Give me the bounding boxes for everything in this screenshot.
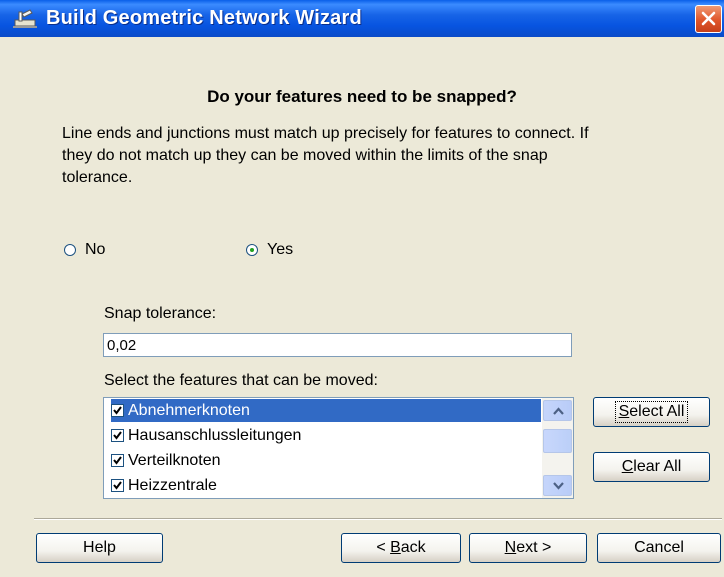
back-button[interactable]: < Back (341, 533, 461, 563)
checkbox-checked[interactable] (111, 454, 124, 467)
snap-tolerance-input[interactable] (103, 333, 572, 357)
title-bar[interactable]: Build Geometric Network Wizard (0, 0, 724, 37)
chevron-down-icon (553, 482, 564, 490)
close-icon (701, 11, 716, 26)
radio-circle[interactable] (64, 244, 76, 256)
checkbox-checked[interactable] (111, 404, 124, 417)
vertical-scrollbar[interactable] (542, 398, 573, 498)
no-radio-label: No (85, 241, 106, 258)
list-item-abnehmerknoten[interactable]: Abnehmerknoten (111, 399, 541, 422)
help-button[interactable]: Help (36, 533, 163, 563)
checkbox-checked[interactable] (111, 479, 124, 492)
scroll-up-button[interactable] (543, 400, 572, 421)
checkbox-checked[interactable] (111, 429, 124, 442)
next-label: Next > (504, 539, 552, 556)
list-item-heizzentrale[interactable]: Heizzentrale (111, 474, 217, 497)
next-button[interactable]: Next > (469, 533, 587, 563)
features-list-label: Select the features that can be moved: (104, 372, 378, 389)
list-item-hausanschlussleitungen[interactable]: Hausanschlussleitungen (111, 424, 301, 447)
description-text: Line ends and junctions must match up pr… (62, 125, 589, 186)
scroll-down-button[interactable] (543, 475, 572, 496)
separator (34, 518, 722, 520)
network-wizard-icon (12, 8, 38, 30)
features-listbox[interactable]: Abnehmerknoten Hausanschlussleitungen Ve… (103, 397, 574, 499)
list-item-label: Hausanschlussleitungen (128, 426, 302, 444)
chevron-up-icon (553, 407, 564, 415)
list-item-verteilknoten[interactable]: Verteilknoten (111, 449, 221, 472)
yes-radio[interactable]: Yes (246, 240, 293, 260)
page-heading: Do your features need to be snapped? (207, 87, 517, 106)
no-radio[interactable]: No (64, 240, 105, 260)
window-title: Build Geometric Network Wizard (46, 7, 362, 29)
radio-dot (250, 248, 254, 252)
snap-tolerance-label: Snap tolerance: (104, 305, 217, 322)
select-all-label: Select All (614, 401, 689, 423)
cancel-button[interactable]: Cancel (597, 533, 721, 563)
clear-all-label: Clear All (621, 458, 682, 475)
clear-all-button[interactable]: Clear All (593, 452, 710, 482)
select-all-button[interactable]: Select All (593, 397, 710, 427)
scroll-thumb[interactable] (543, 429, 572, 453)
list-item-label: Heizzentrale (128, 476, 217, 494)
close-button[interactable] (695, 5, 722, 33)
list-item-label: Abnehmerknoten (128, 401, 250, 419)
list-item-label: Verteilknoten (128, 451, 221, 469)
back-label: < Back (376, 539, 426, 556)
radio-circle-selected[interactable] (246, 244, 258, 256)
yes-radio-label: Yes (267, 241, 294, 258)
